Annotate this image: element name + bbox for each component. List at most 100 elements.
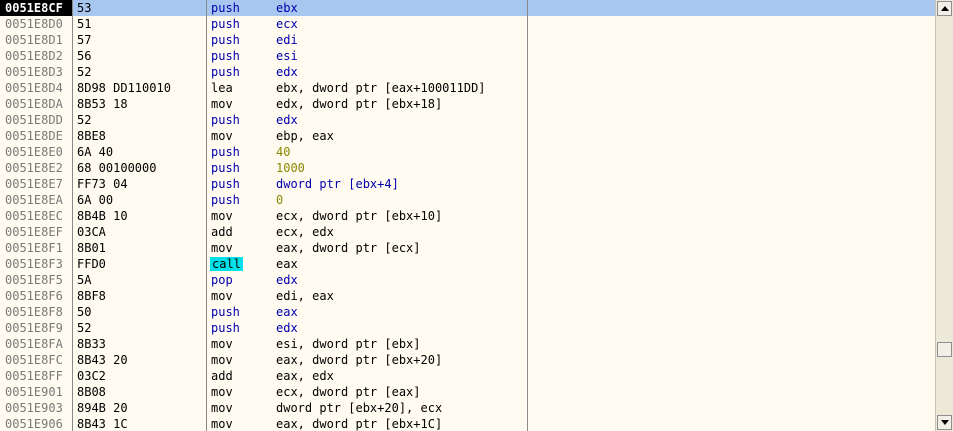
operands-cell: edx <box>276 65 298 79</box>
operands-cell: eax, edx <box>276 369 334 383</box>
mnemonic-cell: call <box>210 256 243 272</box>
disasm-row[interactable]: 0051E8F1 8B01 mov eax, dword ptr [ecx] <box>0 240 935 256</box>
mnemonic-cell: push <box>211 321 240 335</box>
disasm-row[interactable]: 0051E8EC 8B4B 10 mov ecx, dword ptr [ebx+10… <box>0 208 935 224</box>
address-cell: 0051E8E2 <box>5 161 63 175</box>
disasm-row[interactable]: 0051E8D2 56 push esi <box>0 48 935 64</box>
scroll-up-button[interactable] <box>937 1 952 16</box>
disasm-row[interactable]: 0051E8DE 8BE8 mov ebp, eax <box>0 128 935 144</box>
column-separator <box>206 0 207 431</box>
mnemonic-cell: mov <box>211 129 233 143</box>
disasm-row[interactable]: 0051E8EA 6A 00 push 0 <box>0 192 935 208</box>
disasm-row[interactable]: 0051E8FF 03C2 add eax, edx <box>0 368 935 384</box>
disasm-row[interactable]: 0051E8F9 52 push edx <box>0 320 935 336</box>
mnemonic-cell: mov <box>211 337 233 351</box>
arrow-up-icon <box>941 6 949 11</box>
hex-bytes-cell: 03C2 <box>77 369 106 383</box>
disasm-row[interactable]: 0051E8DA 8B53 18 mov edx, dword ptr [ebx+18… <box>0 96 935 112</box>
scrollbar-thumb[interactable] <box>937 342 952 357</box>
address-cell: 0051E8F6 <box>5 289 63 303</box>
disasm-row[interactable]: 0051E8F5 5A pop edx <box>0 272 935 288</box>
operands-cell: 40 <box>276 145 291 159</box>
mnemonic-cell: add <box>211 369 233 383</box>
disasm-row[interactable]: 0051E8F8 50 push eax <box>0 304 935 320</box>
disasm-row[interactable]: 0051E8D4 8D98 DD110010 lea ebx, dword ptr [… <box>0 80 935 96</box>
operands-cell: esi <box>276 49 298 63</box>
operands-cell: ecx, dword ptr [eax] <box>276 385 421 399</box>
operands-cell: edx <box>276 113 298 127</box>
scroll-down-button[interactable] <box>937 415 952 430</box>
hex-bytes-cell: 5A <box>77 273 92 287</box>
vertical-scrollbar[interactable] <box>935 0 953 431</box>
disasm-row[interactable]: 0051E8DD 52 push edx <box>0 112 935 128</box>
address-cell: 0051E8D2 <box>5 49 63 63</box>
address-cell: 0051E8CF <box>0 0 72 16</box>
hex-bytes-cell: FFD0 <box>77 257 106 271</box>
disasm-row[interactable]: 0051E906 8B43 1C mov eax, dword ptr [ebx+1C… <box>0 416 935 431</box>
operands-cell: ecx, edx <box>276 225 334 239</box>
address-cell: 0051E8F1 <box>5 241 63 255</box>
disasm-row[interactable]: 0051E8D0 51 push ecx <box>0 16 935 32</box>
mnemonic-cell: mov <box>211 401 233 415</box>
operands-cell: eax, dword ptr [ebx+20] <box>276 353 443 367</box>
disasm-row[interactable]: 0051E8FC 8B43 20 mov eax, dword ptr [ebx+20… <box>0 352 935 368</box>
operands-cell: edx <box>276 321 298 335</box>
disasm-row[interactable]: 0051E8D1 57 push edi <box>0 32 935 48</box>
hex-bytes-cell: 03CA <box>77 225 106 239</box>
disasm-row[interactable]: 0051E901 8B08 mov ecx, dword ptr [eax] <box>0 384 935 400</box>
address-cell: 0051E8F9 <box>5 321 63 335</box>
hex-bytes-cell: FF73 04 <box>77 177 128 191</box>
hex-bytes-cell: 8B43 20 <box>77 353 128 367</box>
mnemonic-cell: push <box>211 305 240 319</box>
disasm-row[interactable]: 0051E8FA 8B33 mov esi, dword ptr [ebx] <box>0 336 935 352</box>
operands-cell: ecx <box>276 17 298 31</box>
disasm-row[interactable]: 0051E903 894B 20 mov dword ptr [ebx+20], ec… <box>0 400 935 416</box>
address-cell: 0051E8D1 <box>5 33 63 47</box>
disasm-row[interactable]: 0051E8E7 FF73 04 push dword ptr [ebx+4] <box>0 176 935 192</box>
operands-cell: edx <box>276 273 298 287</box>
disasm-row[interactable]: 0051E8E0 6A 40 push 40 <box>0 144 935 160</box>
hex-bytes-cell: 52 <box>77 65 92 79</box>
hex-bytes-cell: 8B33 <box>77 337 106 351</box>
address-cell: 0051E8EF <box>5 225 63 239</box>
address-cell: 0051E8FC <box>5 353 63 367</box>
mnemonic-cell: push <box>211 193 240 207</box>
hex-bytes-cell: 56 <box>77 49 92 63</box>
disasm-row[interactable]: 0051E8EF 03CA add ecx, edx <box>0 224 935 240</box>
mnemonic-cell: pop <box>211 273 233 287</box>
disasm-row[interactable]: 0051E8CF 53 push ebx <box>0 0 935 16</box>
mnemonic-cell: add <box>211 225 233 239</box>
disasm-row[interactable]: 0051E8F6 8BF8 mov edi, eax <box>0 288 935 304</box>
operands-cell: eax <box>276 305 298 319</box>
mnemonic-cell: push <box>211 17 240 31</box>
mnemonic-cell: push <box>211 177 240 191</box>
hex-bytes-cell: 50 <box>77 305 92 319</box>
disasm-row[interactable]: 0051E8E2 68 00100000 push 1000 <box>0 160 935 176</box>
address-cell: 0051E8E0 <box>5 145 63 159</box>
hex-bytes-cell: 8B4B 10 <box>77 209 128 223</box>
hex-bytes-cell: 894B 20 <box>77 401 128 415</box>
hex-bytes-cell: 8B01 <box>77 241 106 255</box>
disassembly-view[interactable]: 0051E8CF 53 push ebx 0051E8D0 51 push ecx 0051E8… <box>0 0 935 431</box>
disasm-row[interactable]: 0051E8F3 FFD0 call eax <box>0 256 935 272</box>
hex-bytes-cell: 6A 00 <box>77 193 114 207</box>
mnemonic-cell: push <box>211 49 240 63</box>
mnemonic-cell: mov <box>211 353 233 367</box>
mnemonic-cell: mov <box>211 417 233 431</box>
address-cell: 0051E8E7 <box>5 177 63 191</box>
operands-cell: ebp, eax <box>276 129 334 143</box>
hex-bytes-cell: 8B43 1C <box>77 417 128 431</box>
disasm-row[interactable]: 0051E8D3 52 push edx <box>0 64 935 80</box>
address-cell: 0051E8D0 <box>5 17 63 31</box>
operands-cell: esi, dword ptr [ebx] <box>276 337 421 351</box>
address-cell: 0051E8EA <box>5 193 63 207</box>
mnemonic-cell: mov <box>211 97 233 111</box>
mnemonic-cell: mov <box>211 289 233 303</box>
operands-cell: 0 <box>276 193 284 207</box>
address-cell: 0051E8F5 <box>5 273 63 287</box>
operands-cell: eax <box>276 257 298 271</box>
address-cell: 0051E8F3 <box>5 257 63 271</box>
mnemonic-cell: lea <box>211 81 233 95</box>
hex-bytes-cell: 52 <box>77 321 92 335</box>
mnemonic-cell: push <box>211 145 240 159</box>
